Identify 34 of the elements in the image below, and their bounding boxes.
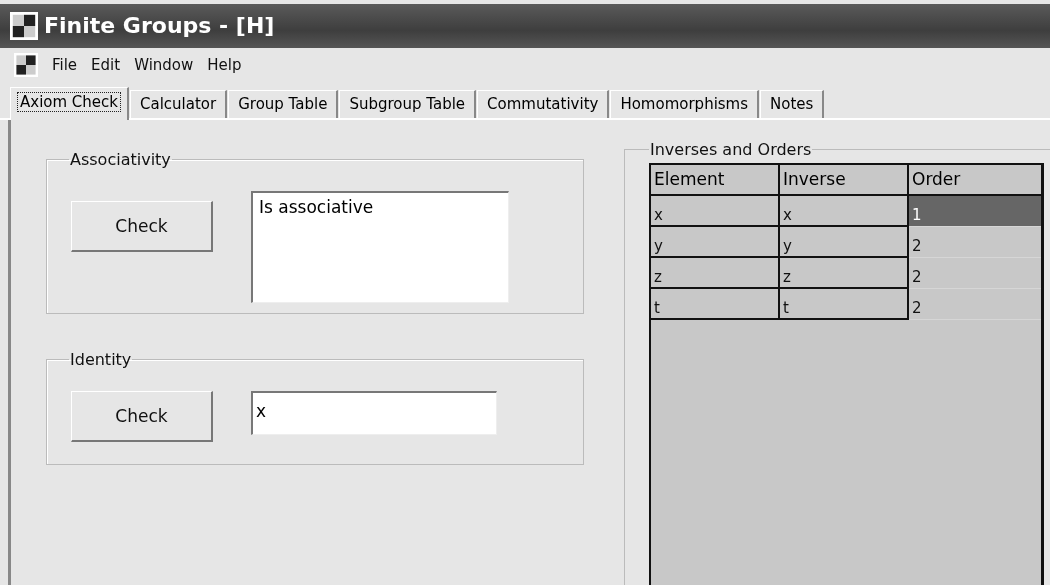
tab[interactable]: Homomorphisms <box>610 90 760 118</box>
table-cell[interactable]: 2 <box>909 289 1041 320</box>
tab[interactable]: Axiom Check <box>10 87 129 120</box>
check-button[interactable]: Check <box>71 391 213 442</box>
result-text-area[interactable]: Is associative <box>251 191 509 303</box>
tab[interactable]: Group Table <box>228 90 339 118</box>
tab[interactable]: Commutativity <box>477 90 610 118</box>
table-cell[interactable]: z <box>651 258 780 289</box>
tab[interactable]: Calculator <box>130 90 228 118</box>
tab[interactable]: Notes <box>760 90 825 118</box>
column-header: Inverse <box>780 165 909 196</box>
check-button[interactable]: Check <box>71 201 213 252</box>
menu-item[interactable]: Window <box>134 56 194 75</box>
tab[interactable]: Subgroup Table <box>339 90 477 118</box>
table-cell[interactable]: t <box>651 289 780 320</box>
table-cell[interactable]: y <box>651 227 780 258</box>
menu-item[interactable]: Edit <box>91 56 121 75</box>
table-cell[interactable]: y <box>780 227 909 258</box>
column-header: Element <box>651 165 780 196</box>
window-title: Finite Groups - [H] <box>44 13 275 39</box>
table-cell[interactable]: 2 <box>909 258 1041 289</box>
menu-item[interactable]: Help <box>207 56 242 75</box>
app-icon <box>10 11 38 40</box>
table-cell[interactable]: t <box>780 289 909 320</box>
table-cell[interactable]: x <box>651 196 780 227</box>
group-title: Inverses and Orders <box>649 140 813 159</box>
group-title: Identity <box>69 350 133 369</box>
table-cell[interactable]: 2 <box>909 227 1041 258</box>
table-cell[interactable]: z <box>780 258 909 289</box>
result-field[interactable]: x <box>251 391 497 435</box>
menu-item[interactable]: File <box>52 56 78 75</box>
app-icon <box>14 53 38 78</box>
table-cell[interactable]: 1 <box>909 196 1041 227</box>
group-title: Associativity <box>69 150 172 169</box>
